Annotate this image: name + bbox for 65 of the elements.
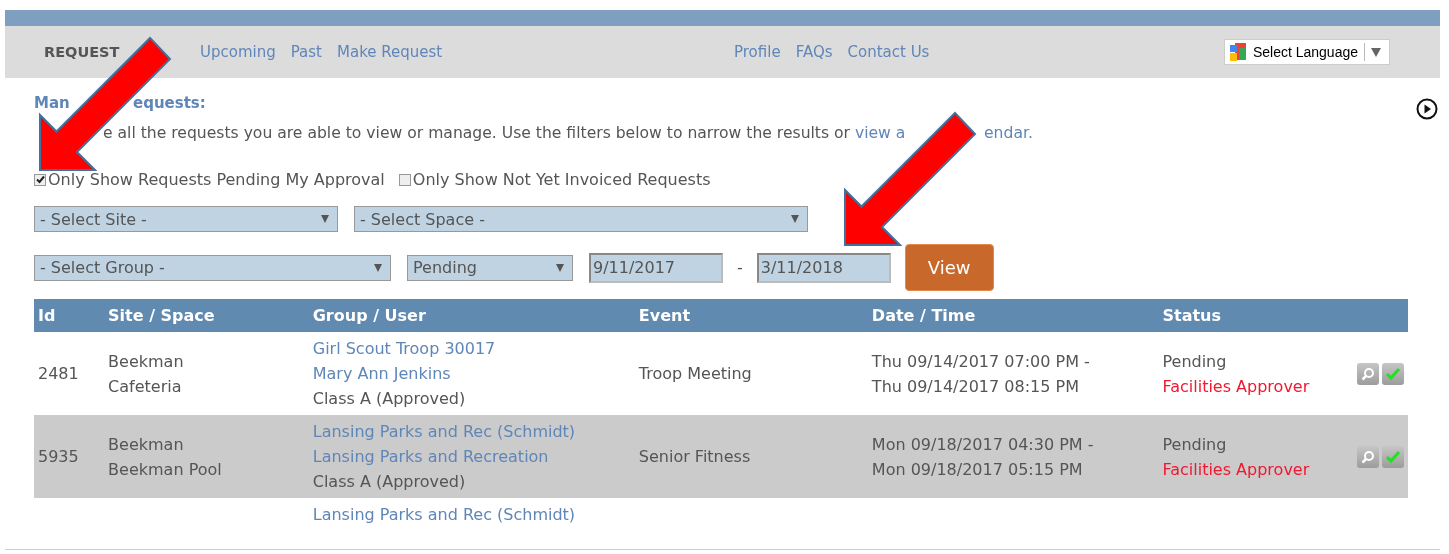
calendar-link[interactable]: view a — [854, 124, 906, 142]
caret-icon — [1371, 47, 1381, 57]
view-button[interactable]: View — [904, 244, 994, 291]
checkbox[interactable] — [398, 173, 411, 186]
caret-icon — [556, 263, 564, 272]
start-time: Thu 09/14/2017 07:00 PM - — [871, 350, 1091, 373]
language-dropdown[interactable]: Select Language — [1223, 39, 1390, 65]
end-time: Thu 09/14/2017 08:15 PM — [871, 375, 1080, 398]
caret-icon — [791, 215, 799, 223]
play-icon[interactable] — [1416, 98, 1438, 120]
table-cell-text: Senior Fitness — [638, 446, 752, 468]
group-link[interactable]: Lansing Parks and Rec (Schmidt) — [312, 502, 631, 527]
end-date-field[interactable]: 3/11/2018 — [756, 252, 891, 283]
space-name: Cafeteria — [108, 375, 183, 398]
caret-icon — [374, 263, 382, 272]
group-link[interactable]: Girl Scout Troop 30017 — [312, 336, 631, 361]
checkbox[interactable] — [34, 173, 46, 186]
column-header: Group / User — [308, 299, 635, 332]
site-dropdown[interactable]: - Select Site - — [34, 206, 338, 232]
status-dropdown[interactable]: Pending — [407, 254, 573, 281]
table-cell-text: 2481 — [38, 363, 80, 385]
date-separator: - — [737, 258, 743, 277]
nav-link[interactable]: Upcoming — [200, 43, 276, 61]
heading-text: Man — [34, 94, 70, 112]
checkbox-label: Only Show Not Yet Invoiced Requests — [412, 170, 711, 189]
caret-icon — [321, 215, 329, 223]
column-header: Event — [634, 299, 868, 332]
user-link[interactable]: Lansing Parks and Recreation — [312, 444, 631, 469]
space-name: Beekman Pool — [108, 458, 223, 481]
class-text: Class A (Approved) — [312, 471, 467, 493]
nav-link[interactable]: Contact Us — [847, 43, 930, 61]
checkbox-label: Only Show Requests Pending My Approval — [48, 170, 385, 189]
group-dropdown[interactable]: - Select Group - — [34, 254, 391, 281]
group-link[interactable]: Lansing Parks and Rec (Schmidt) — [312, 419, 631, 444]
status-text: Pending — [1162, 433, 1228, 456]
translate-icon — [1228, 42, 1247, 62]
search-icon[interactable] — [1357, 362, 1379, 385]
column-header: Status — [1158, 299, 1353, 332]
status-text: Pending — [1162, 350, 1228, 373]
nav-link[interactable]: Make Request — [337, 43, 443, 61]
table-cell-text: 5935 — [38, 446, 80, 468]
class-text: Class A (Approved) — [312, 388, 467, 410]
column-header: Id — [34, 299, 105, 332]
approve-icon[interactable] — [1382, 362, 1404, 385]
nav-link[interactable]: FAQs — [795, 43, 833, 61]
site-name: Beekman — [108, 350, 185, 373]
intro-text: e all the requests you are able to view or manage. Use the filters below to narrow the results or — [103, 124, 850, 142]
space-dropdown[interactable]: - Select Space - — [354, 206, 808, 232]
calendar-link[interactable]: endar. — [984, 124, 1033, 142]
approver-text: Facilities Approver — [1162, 458, 1311, 481]
search-icon[interactable] — [1357, 445, 1379, 468]
start-time: Mon 09/18/2017 04:30 PM - — [871, 433, 1095, 456]
nav-link[interactable]: Past — [290, 43, 322, 61]
approver-text: Facilities Approver — [1162, 375, 1311, 398]
heading-text: equests: — [133, 94, 206, 112]
column-header: Site / Space — [104, 299, 309, 332]
column-header: Date / Time — [867, 299, 1159, 332]
site-name: Beekman — [108, 433, 185, 456]
nav-link[interactable]: REQUEST — [44, 44, 120, 60]
start-date-field[interactable]: 9/11/2017 — [589, 252, 723, 283]
table-cell-text: Troop Meeting — [638, 363, 753, 385]
nav-link[interactable]: Profile — [734, 43, 781, 61]
end-time: Mon 09/18/2017 05:15 PM — [871, 458, 1084, 481]
approve-icon[interactable] — [1382, 445, 1404, 468]
user-link[interactable]: Mary Ann Jenkins — [312, 361, 631, 386]
